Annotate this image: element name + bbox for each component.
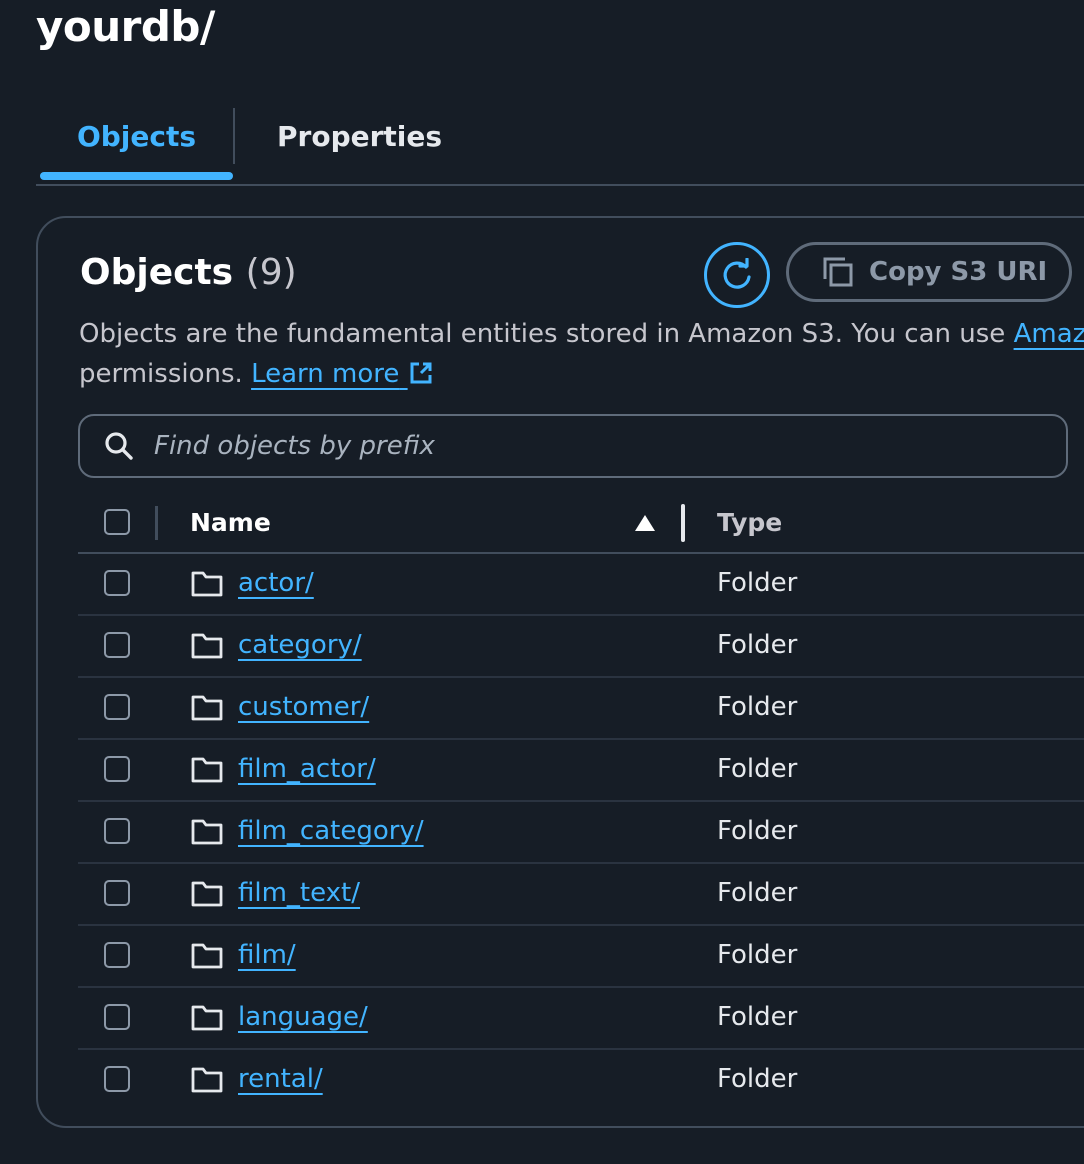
external-link-icon <box>410 362 432 384</box>
copy-s3-uri-label: Copy S3 URI <box>869 257 1048 287</box>
folder-link[interactable]: language/ <box>238 1002 368 1032</box>
description-text: Objects are the fundamental entities sto… <box>79 319 1014 349</box>
active-tab-indicator <box>40 172 233 180</box>
row-type: Folder <box>717 630 798 660</box>
table-row: film_actor/Folder <box>78 740 1084 802</box>
folder-icon <box>191 1065 223 1093</box>
folder-link[interactable]: rental/ <box>238 1064 323 1094</box>
table-body: actor/Folder category/Folder customer/Fold… <box>78 554 1084 1110</box>
tab-objects[interactable]: Objects <box>40 106 233 166</box>
row-checkbox[interactable] <box>104 570 130 596</box>
folder-icon <box>191 879 223 907</box>
object-count: (9) <box>245 252 297 293</box>
folder-link[interactable]: actor/ <box>238 568 314 598</box>
row-type: Folder <box>717 878 798 908</box>
table-row: category/Folder <box>78 616 1084 678</box>
column-header-name[interactable]: Name <box>190 508 271 537</box>
row-checkbox[interactable] <box>104 1066 130 1092</box>
row-checkbox[interactable] <box>104 818 130 844</box>
description-line2: permissions. <box>79 359 252 389</box>
copy-icon <box>823 257 853 287</box>
folder-icon <box>191 817 223 845</box>
description-link[interactable]: Amazon <box>1014 319 1084 349</box>
table-row: film_text/Folder <box>78 864 1084 926</box>
folder-link[interactable]: film/ <box>238 940 296 970</box>
tab-properties[interactable]: Properties <box>277 106 442 166</box>
row-type: Folder <box>717 1002 798 1032</box>
folder-link[interactable]: customer/ <box>238 692 369 722</box>
panel-title-text: Objects <box>80 252 234 293</box>
folder-icon <box>191 1003 223 1031</box>
search-input[interactable] <box>152 417 1066 475</box>
folder-icon <box>191 755 223 783</box>
table-header: Name Type <box>78 494 1084 554</box>
folder-link[interactable]: category/ <box>238 630 362 660</box>
row-checkbox[interactable] <box>104 1004 130 1030</box>
learn-more-link[interactable]: Learn more <box>251 359 434 389</box>
table-row: actor/Folder <box>78 554 1084 616</box>
objects-panel-title: Objects (9) <box>80 252 297 293</box>
row-checkbox[interactable] <box>104 942 130 968</box>
row-checkbox[interactable] <box>104 880 130 906</box>
folder-icon <box>191 693 223 721</box>
refresh-button[interactable] <box>704 242 770 308</box>
sort-ascending-icon[interactable] <box>634 514 656 532</box>
search-icon <box>104 431 134 461</box>
folder-icon <box>191 569 223 597</box>
learn-more-label: Learn more <box>251 359 400 389</box>
row-type: Folder <box>717 940 798 970</box>
row-checkbox[interactable] <box>104 756 130 782</box>
copy-s3-uri-button[interactable]: Copy S3 URI <box>786 242 1072 302</box>
row-checkbox[interactable] <box>104 694 130 720</box>
folder-icon <box>191 631 223 659</box>
row-type: Folder <box>717 1064 798 1094</box>
folder-link[interactable]: film_text/ <box>238 878 360 908</box>
folder-link[interactable]: film_actor/ <box>238 754 376 784</box>
row-type: Folder <box>717 692 798 722</box>
table-row: customer/Folder <box>78 678 1084 740</box>
folder-icon <box>191 941 223 969</box>
panel-description: Objects are the fundamental entities sto… <box>79 314 1084 394</box>
page-title: yourdb/ <box>36 2 215 51</box>
row-type: Folder <box>717 816 798 846</box>
row-type: Folder <box>717 754 798 784</box>
row-type: Folder <box>717 568 798 598</box>
table-row: film/Folder <box>78 926 1084 988</box>
search-box <box>78 414 1068 478</box>
tab-divider <box>233 108 235 164</box>
tab-bar: Objects Properties <box>36 106 1084 186</box>
row-checkbox[interactable] <box>104 632 130 658</box>
table-row: rental/Folder <box>78 1050 1084 1110</box>
column-resize-handle[interactable] <box>681 504 685 542</box>
refresh-icon <box>723 258 751 289</box>
table-row: film_category/Folder <box>78 802 1084 864</box>
column-header-type[interactable]: Type <box>717 508 782 537</box>
select-all-checkbox[interactable] <box>104 509 130 535</box>
table-row: language/Folder <box>78 988 1084 1050</box>
column-divider <box>155 506 158 540</box>
objects-table: Name Type actor/Folder category/Folder cus… <box>78 494 1084 1110</box>
folder-link[interactable]: film_category/ <box>238 816 424 846</box>
